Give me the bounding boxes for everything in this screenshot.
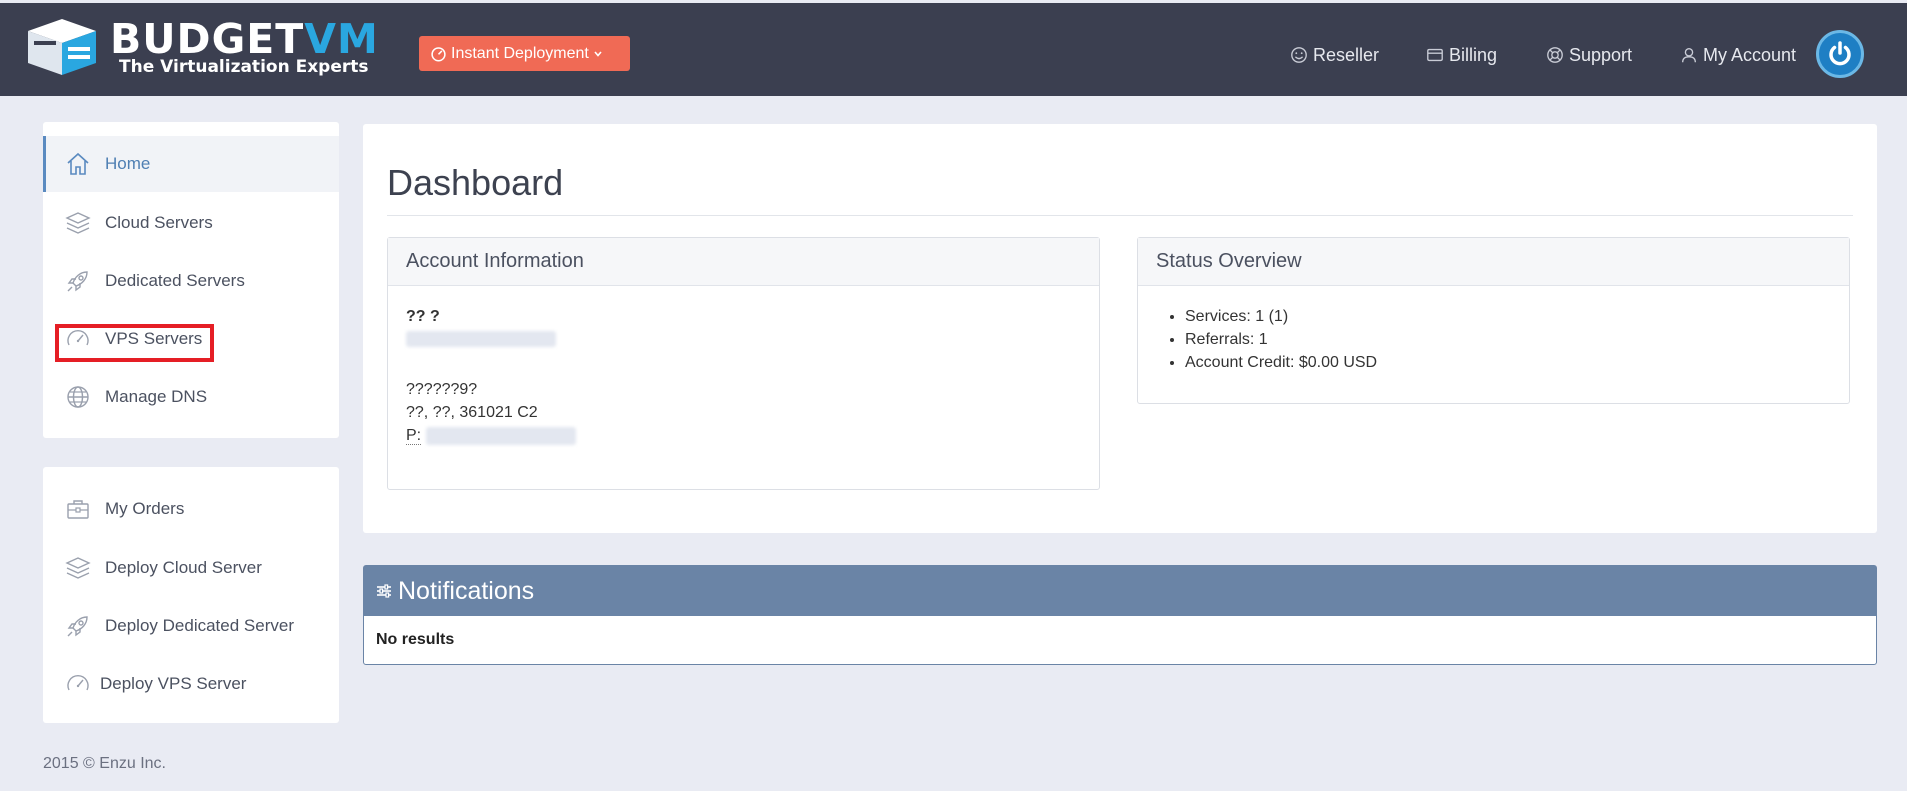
budgetvm-logo[interactable]: BUDGETVM The Virtualization Experts: [22, 15, 404, 83]
briefcase-icon: [67, 500, 89, 519]
address-line-2: ??, ??, 361021 C2: [406, 404, 538, 421]
sidebar-item-dedicated-servers[interactable]: Dedicated Servers: [43, 253, 339, 309]
power-icon: [1829, 41, 1851, 66]
sidebar-item-manage-dns[interactable]: Manage DNS: [43, 369, 339, 425]
lifebuoy-icon: [1547, 47, 1563, 63]
user-icon: [1682, 48, 1696, 63]
sidebar-item-dedicated-servers-label: Dedicated Servers: [105, 271, 245, 290]
account-information-body: ?? ? ??????9? ??, ??, 361021 C2 P:: [406, 305, 576, 447]
globe-icon: [67, 386, 89, 408]
notifications-header: Notifications: [364, 566, 1876, 616]
notifications-panel: Notifications No results: [363, 565, 1877, 665]
sidebar-item-deploy-vps-server[interactable]: Deploy VPS Server: [43, 656, 339, 712]
nav-my-account[interactable]: My Account: [1680, 43, 1796, 67]
brand-name: BUDGETVM: [110, 15, 379, 63]
sidebar-item-vps-servers-label: VPS Servers: [105, 329, 203, 348]
copyright-footer: 2015 © Enzu Inc.: [43, 755, 166, 772]
smile-icon: [1291, 47, 1307, 63]
account-name: ?? ?: [406, 308, 440, 325]
address-line-1: ??????9?: [406, 381, 478, 398]
sidebar-item-my-orders-label: My Orders: [105, 499, 185, 518]
sidebar-item-manage-dns-label: Manage DNS: [105, 387, 208, 406]
sliders-icon: [377, 584, 391, 598]
logout-power-button[interactable]: [1816, 30, 1864, 78]
sidebar-item-vps-servers[interactable]: VPS Servers: [43, 311, 339, 367]
sidebar-main-menu: Home Cloud Servers Dedicated Servers VPS…: [43, 122, 339, 438]
nav-billing-label: Billing: [1449, 44, 1498, 65]
status-referrals: Referrals: 1: [1185, 328, 1377, 351]
top-navbar: BUDGETVM The Virtualization Experts Inst…: [0, 3, 1907, 96]
rocket-icon: [67, 616, 88, 637]
title-divider: [387, 215, 1853, 216]
nav-support[interactable]: Support: [1546, 43, 1632, 67]
sidebar-item-deploy-dedicated-server[interactable]: Deploy Dedicated Server: [43, 598, 339, 654]
rocket-icon: [67, 271, 88, 292]
sidebar-item-cloud-servers-label: Cloud Servers: [105, 213, 213, 232]
redacted-phone: [425, 426, 576, 445]
layers-icon: [65, 557, 91, 579]
account-information-heading: Account Information: [388, 238, 1099, 286]
nav-reseller[interactable]: Reseller: [1290, 43, 1379, 67]
speedometer-icon: [67, 674, 89, 691]
dashboard-panel: Dashboard Account Information ?? ? ?????…: [363, 124, 1877, 533]
page-title: Dashboard: [387, 162, 564, 203]
redacted-email: [406, 328, 576, 354]
chevron-down-icon: [594, 50, 602, 57]
notifications-title: Notifications: [398, 576, 535, 605]
sidebar-item-deploy-vps-server-label: Deploy VPS Server: [100, 674, 247, 693]
notifications-empty-text: No results: [376, 631, 455, 648]
nav-billing[interactable]: Billing: [1426, 43, 1497, 67]
nav-support-label: Support: [1569, 44, 1633, 65]
speedometer-icon: [67, 329, 89, 346]
status-account-credit: Account Credit: $0.00 USD: [1185, 351, 1377, 374]
layers-icon: [65, 212, 91, 234]
phone-row: P:: [406, 424, 576, 447]
brand-tagline: The Virtualization Experts: [119, 57, 369, 77]
status-overview-heading: Status Overview: [1138, 238, 1849, 286]
server-cube-icon: [28, 19, 96, 75]
speedometer-icon: [431, 47, 446, 62]
sidebar-secondary-menu: My Orders Deploy Cloud Server Deploy Ded…: [43, 467, 339, 723]
sidebar-item-my-orders[interactable]: My Orders: [43, 481, 339, 537]
sidebar-item-home-label: Home: [105, 154, 151, 173]
account-information-card: Account Information ?? ? ??????9? ??, ??…: [387, 237, 1100, 490]
nav-reseller-label: Reseller: [1313, 44, 1380, 65]
instant-deployment-button[interactable]: Instant Deployment: [419, 36, 630, 71]
status-overview-list: Services: 1 (1) Referrals: 1 Account Cre…: [1185, 305, 1377, 374]
home-icon: [67, 152, 89, 175]
phone-label: P:: [406, 427, 422, 445]
sidebar-item-cloud-servers[interactable]: Cloud Servers: [43, 195, 339, 251]
sidebar-item-deploy-cloud-server[interactable]: Deploy Cloud Server: [43, 540, 339, 596]
instant-deployment-label: Instant Deployment: [451, 44, 589, 62]
sidebar-item-deploy-cloud-server-label: Deploy Cloud Server: [105, 558, 262, 577]
nav-my-account-label: My Account: [1703, 44, 1797, 65]
status-services: Services: 1 (1): [1185, 305, 1377, 328]
sidebar-item-deploy-dedicated-server-label: Deploy Dedicated Server: [105, 616, 294, 635]
credit-card-icon: [1427, 48, 1443, 62]
status-overview-card: Status Overview Services: 1 (1) Referral…: [1137, 237, 1850, 404]
sidebar-item-home[interactable]: Home: [43, 136, 339, 192]
